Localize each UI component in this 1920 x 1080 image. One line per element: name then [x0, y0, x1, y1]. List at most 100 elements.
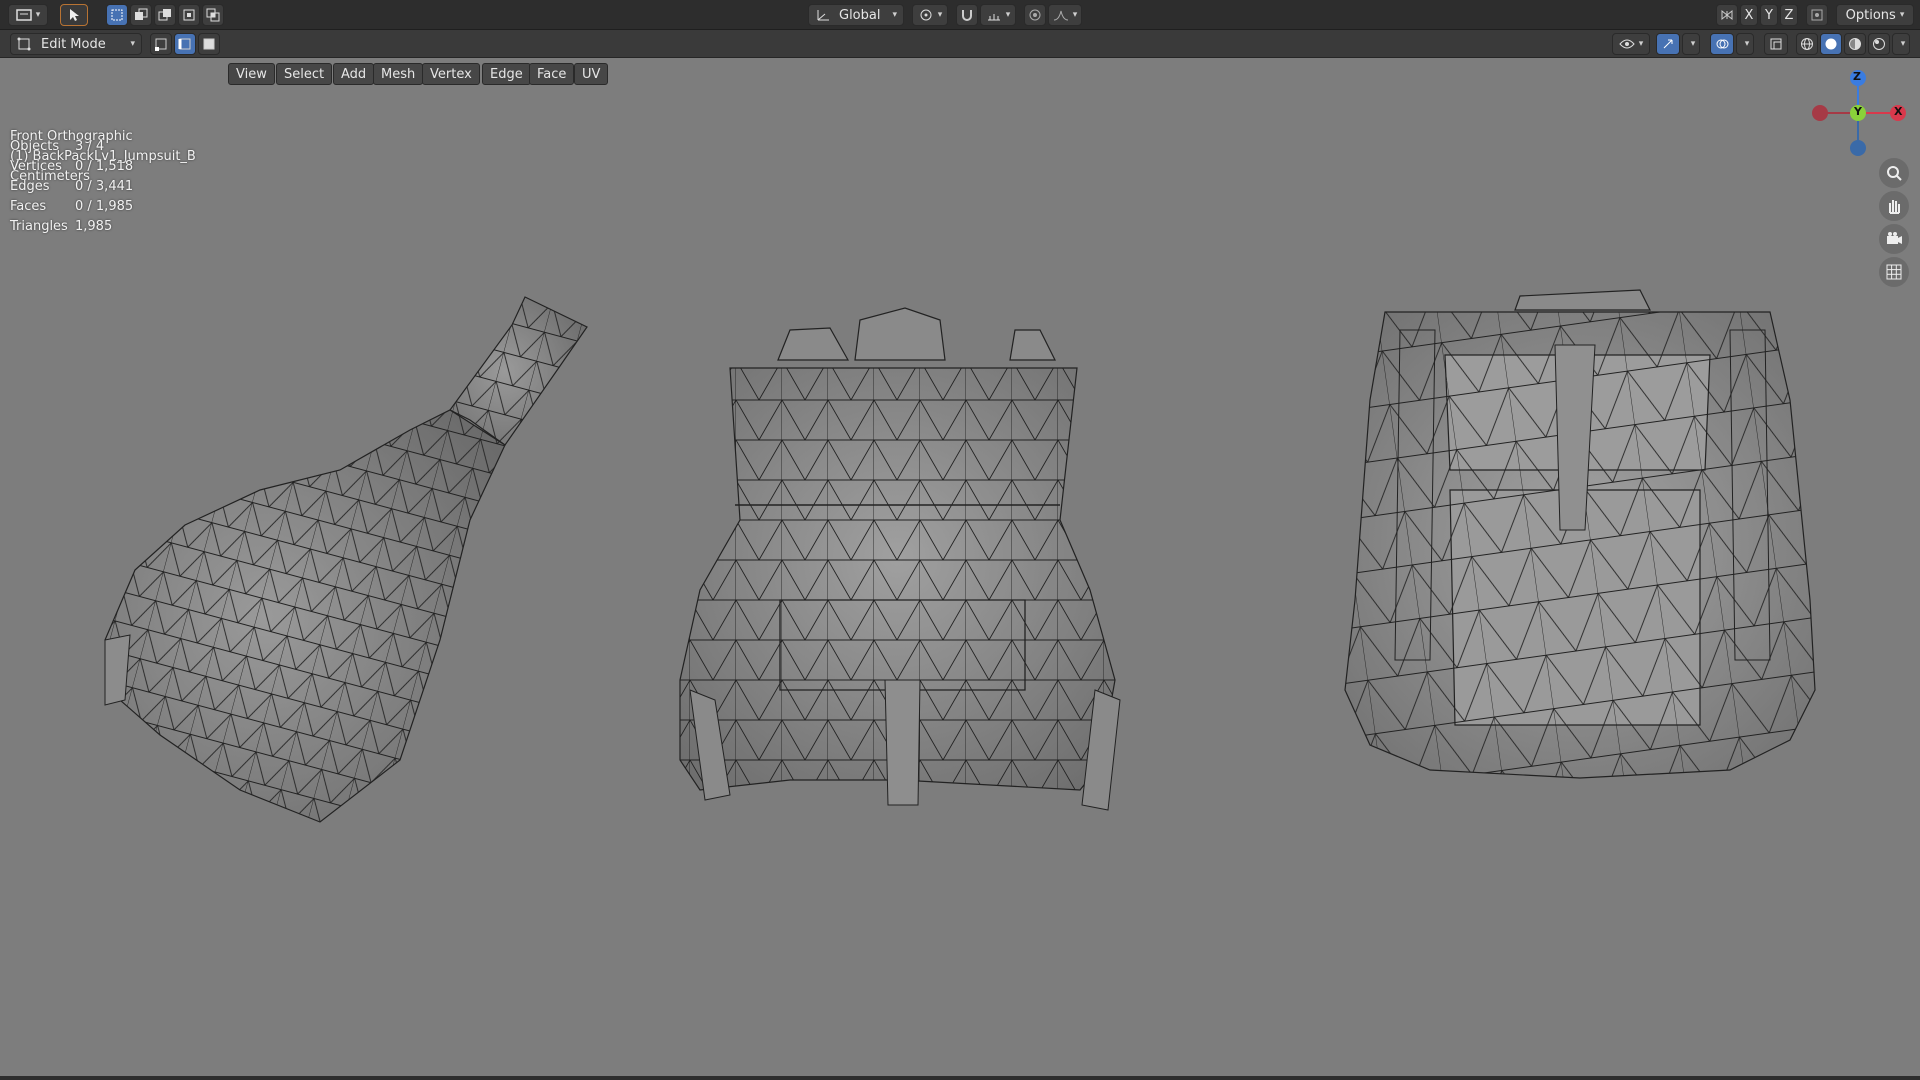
select-mode-subtract-button[interactable] — [154, 4, 176, 26]
magnifier-icon — [1885, 164, 1903, 182]
shading-rendered-button[interactable] — [1868, 33, 1890, 55]
xray-icon — [1769, 37, 1783, 51]
select-extend-icon — [134, 8, 148, 22]
magnet-icon — [960, 8, 974, 22]
stat-label: Objects — [10, 139, 60, 154]
mirror-options-button[interactable] — [1716, 4, 1738, 26]
overlays-dropdown[interactable]: ▾ — [1736, 33, 1754, 55]
snap-increment-icon — [986, 8, 1002, 22]
cursor-arrow-icon — [68, 8, 80, 22]
backpack-back-mesh[interactable] — [1344, 289, 1816, 779]
gizmo-dropdown[interactable]: ▾ — [1682, 33, 1700, 55]
chevron-down-icon: ▾ — [1005, 10, 1011, 20]
mirror-x-toggle[interactable]: X — [1740, 4, 1758, 26]
statistics-overlay: Objects 3 / 4 Vertices 0 / 1,518 Edges 0 / … — [10, 137, 133, 237]
orientation-axes-icon — [815, 8, 831, 22]
gizmo-neg-z-handle[interactable] — [1850, 140, 1866, 156]
visibility-dropdown[interactable]: ▾ — [1612, 33, 1650, 55]
snap-toggle[interactable] — [956, 4, 978, 26]
orientation-label: Global — [839, 7, 881, 23]
options-dropdown[interactable]: Options ▾ — [1836, 4, 1914, 26]
mirror-z-toggle[interactable]: Z — [1780, 4, 1798, 26]
camera-view-button[interactable] — [1879, 224, 1909, 254]
mirror-x-label: X — [1744, 7, 1754, 23]
face-select-mode-button[interactable] — [198, 33, 220, 55]
stat-value: 0 / 1,985 — [75, 199, 134, 214]
editor-type-icon — [15, 8, 32, 22]
stat-value: 1,985 — [75, 219, 113, 234]
edge-select-icon — [178, 37, 192, 51]
gizmo-icon — [1661, 37, 1675, 51]
pan-button[interactable] — [1879, 191, 1909, 221]
overlays-icon — [1715, 37, 1729, 51]
chevron-down-icon: ▾ — [892, 10, 897, 20]
grid-icon — [1885, 263, 1903, 281]
falloff-curve-icon — [1053, 8, 1069, 22]
navigation-gizmo[interactable]: Z Y X — [1800, 66, 1910, 166]
gizmo-toggle[interactable] — [1656, 33, 1680, 55]
chevron-down-icon: ▾ — [1900, 39, 1906, 49]
shading-solid-button[interactable] — [1820, 33, 1842, 55]
options-label: Options — [1845, 7, 1896, 23]
backpack-side-mesh[interactable] — [104, 296, 588, 823]
select-new-icon — [110, 8, 124, 22]
shading-wireframe-button[interactable] — [1796, 33, 1818, 55]
rendered-sphere-icon — [1872, 37, 1886, 51]
solid-sphere-icon — [1824, 37, 1838, 51]
stat-row: Triangles 1,985 — [10, 217, 133, 237]
editor-type-button[interactable]: ▾ — [8, 4, 48, 26]
stat-label: Vertices — [10, 159, 62, 174]
stat-value: 0 / 3,441 — [75, 179, 134, 194]
shading-dropdown[interactable]: ▾ — [1892, 33, 1910, 55]
stat-row: Vertices 0 / 1,518 — [10, 157, 133, 177]
chevron-down-icon: ▾ — [1744, 39, 1750, 49]
eye-icon — [1619, 38, 1635, 50]
backpack-front-mesh[interactable] — [679, 307, 1121, 811]
pivot-icon — [918, 8, 934, 22]
pivot-point-dropdown[interactable]: ▾ — [912, 4, 948, 26]
3d-viewport[interactable]: Front Orthographic (1) BackPackLv1_Jumps… — [0, 59, 1920, 1080]
chevron-down-icon: ▾ — [1899, 10, 1905, 20]
mode-dropdown[interactable]: Edit Mode ▾ — [10, 33, 142, 55]
auto-merge-button[interactable] — [1806, 4, 1828, 26]
select-subtract-icon — [158, 8, 172, 22]
proportional-edit-toggle[interactable] — [1024, 4, 1046, 26]
edge-select-mode-button[interactable] — [174, 33, 196, 55]
viewport-header: Edit Mode ▾ View Select Add Mesh Vertex … — [0, 30, 1920, 85]
bottom-border — [0, 1076, 1920, 1080]
select-mode-invert-button[interactable] — [178, 4, 200, 26]
zoom-button[interactable] — [1879, 158, 1909, 188]
proportional-edit-icon — [1028, 8, 1042, 22]
butterfly-icon — [1720, 8, 1734, 22]
mirror-y-label: Y — [1765, 7, 1773, 23]
overlays-toggle[interactable] — [1710, 33, 1734, 55]
perspective-toggle-button[interactable] — [1879, 257, 1909, 287]
gizmo-z-label: Z — [1853, 70, 1861, 83]
gizmo-neg-x-handle[interactable] — [1812, 105, 1828, 121]
select-mode-new-button[interactable] — [106, 4, 128, 26]
snap-target-dropdown[interactable]: ▾ — [980, 4, 1016, 26]
select-mode-intersect-button[interactable] — [202, 4, 224, 26]
vertex-select-mode-button[interactable] — [150, 33, 172, 55]
mirror-y-toggle[interactable]: Y — [1760, 4, 1778, 26]
mode-label: Edit Mode — [41, 36, 106, 52]
viewport-canvas[interactable] — [0, 59, 1920, 1080]
stat-row: Objects 3 / 4 — [10, 137, 133, 157]
transform-orientation-dropdown[interactable]: Global ▾ — [808, 4, 904, 26]
face-select-icon — [202, 37, 216, 51]
proportional-falloff-dropdown[interactable]: ▾ — [1048, 4, 1082, 26]
gizmo-y-label: Y — [1854, 105, 1862, 118]
chevron-down-icon: ▾ — [1638, 39, 1644, 49]
stat-label: Triangles — [10, 219, 68, 234]
xray-toggle[interactable] — [1764, 33, 1788, 55]
tool-header: ▾ Global ▾ ▾ ▾ ▾ X Y Z Options ▾ — [0, 0, 1920, 30]
mirror-z-label: Z — [1784, 7, 1794, 23]
shading-material-button[interactable] — [1844, 33, 1866, 55]
select-mode-extend-button[interactable] — [130, 4, 152, 26]
chevron-down-icon: ▾ — [1690, 39, 1696, 49]
merge-icon — [1810, 8, 1824, 22]
hand-icon — [1885, 197, 1903, 215]
select-tool-button[interactable] — [60, 4, 88, 26]
vertex-select-icon — [154, 37, 168, 51]
camera-icon — [1885, 230, 1903, 248]
